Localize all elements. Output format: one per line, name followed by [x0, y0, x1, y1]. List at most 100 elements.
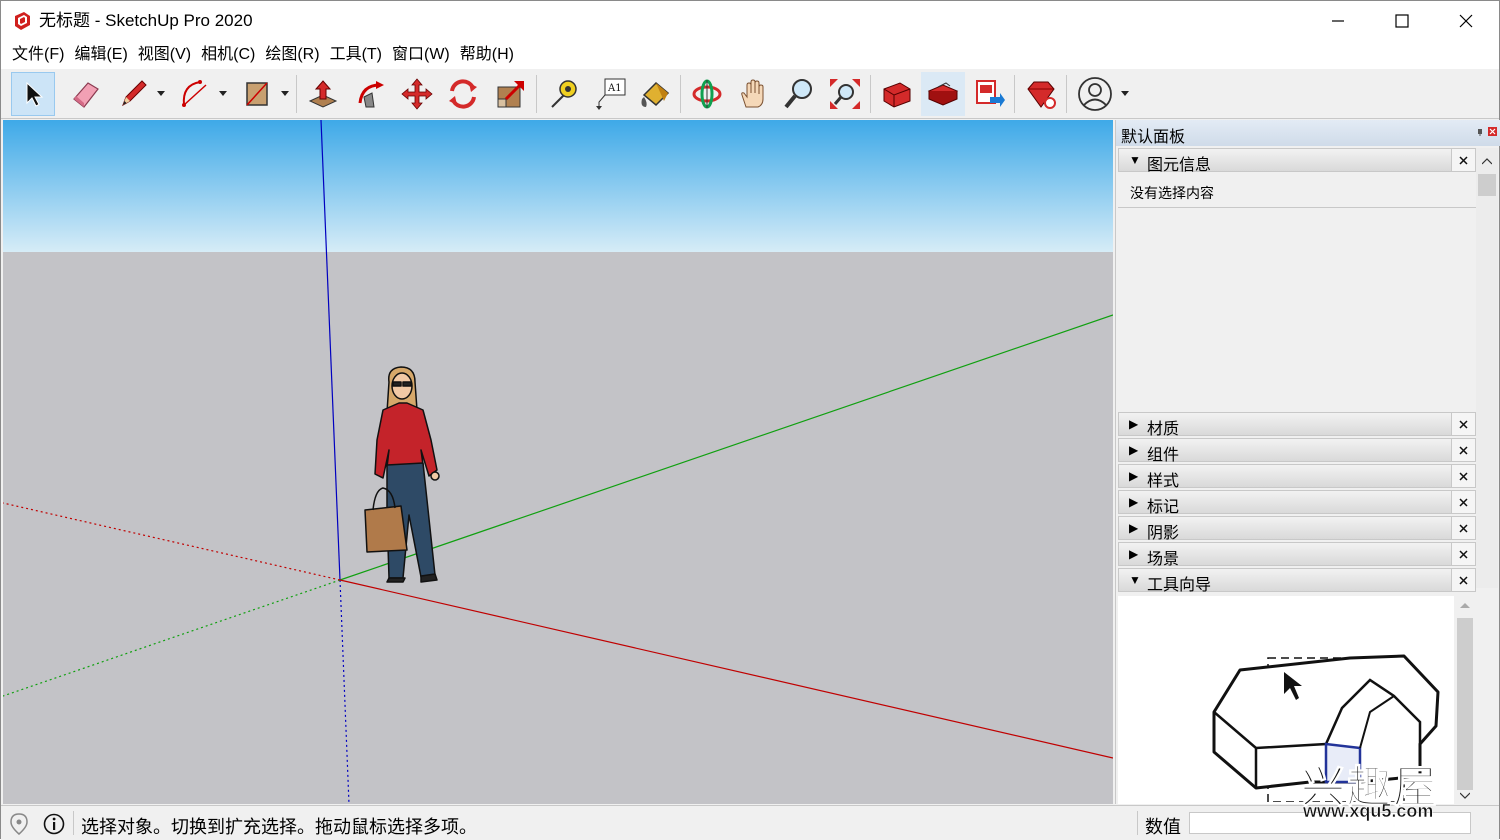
move-tool-button[interactable] [395, 72, 439, 116]
toolbar-separator [296, 75, 297, 113]
push-pull-icon [308, 80, 338, 108]
extension-manager-icon [1027, 81, 1056, 109]
info-icon[interactable] [43, 813, 65, 835]
arc-dropdown-arrow[interactable] [219, 90, 227, 98]
maximize-button[interactable] [1370, 1, 1434, 41]
chevron-down-icon [157, 91, 165, 96]
zoom-extents-tool-button[interactable] [823, 72, 867, 116]
pencil-dropdown-arrow[interactable] [157, 90, 165, 98]
send-to-layout-button[interactable] [967, 72, 1011, 116]
tray-close-button[interactable] [1451, 491, 1475, 513]
maximize-icon [1395, 14, 1409, 28]
account-button[interactable] [1073, 72, 1117, 116]
sketchup-window: 无标题 - SketchUp Pro 2020 文件(F) 编辑(E) 视图(V… [0, 0, 1500, 840]
tray-close-button[interactable] [1451, 465, 1475, 487]
zoom-tool-button[interactable] [777, 72, 821, 116]
menu-help[interactable]: 帮助(H) [455, 41, 519, 69]
close-icon [1459, 471, 1468, 481]
default-tray-panel: 默认面板 ▼ 图元信息 没有选择内容 ▶ 材质 ▶ 组件 ▶ 样式 ▶ 标记 ▶… [1115, 120, 1500, 804]
window-title: 无标题 - SketchUp Pro 2020 [39, 11, 253, 30]
tape-measure-tool-button[interactable] [541, 72, 585, 116]
select-tool-button[interactable] [11, 72, 55, 116]
tray-close-button[interactable] [1451, 439, 1475, 461]
scene-canvas[interactable] [3, 120, 1113, 804]
close-icon [1459, 575, 1468, 585]
close-button[interactable] [1434, 1, 1498, 41]
pan-tool-button[interactable] [731, 72, 775, 116]
collapsed-arrow-icon: ▶ [1129, 521, 1139, 535]
tray-label: 场景 [1147, 551, 1180, 568]
tray-components[interactable]: ▶ 组件 [1118, 438, 1476, 464]
scroll-up-icon[interactable] [1482, 158, 1492, 165]
menu-edit[interactable]: 编辑(E) [69, 41, 132, 69]
entity-info-body: 没有选择内容 [1118, 172, 1476, 208]
tray-close-button[interactable] [1451, 149, 1475, 171]
collapsed-arrow-icon: ▶ [1129, 417, 1139, 431]
menu-view[interactable]: 视图(V) [133, 41, 196, 69]
toolbar-separator [870, 75, 871, 113]
panel-title: 默认面板 [1121, 129, 1186, 146]
modeling-viewport[interactable] [3, 120, 1113, 804]
paint-bucket-tool-button[interactable] [633, 72, 677, 116]
measurements-label: 数值 [1145, 817, 1181, 837]
status-hint-text: 选择对象。切换到扩充选择。拖动鼠标选择多项。 [81, 817, 477, 837]
eraser-tool-button[interactable] [63, 72, 107, 116]
shape-dropdown-arrow[interactable] [281, 90, 289, 98]
sketchup-logo-icon [15, 12, 30, 30]
rectangle-tool-button[interactable] [235, 72, 279, 116]
panel-close-icon[interactable] [1488, 127, 1497, 136]
account-dropdown-arrow[interactable] [1121, 90, 1129, 98]
arc-icon [182, 80, 207, 107]
tray-instructor[interactable]: ▼ 工具向导 [1118, 568, 1476, 594]
toolbar-separator [536, 75, 537, 113]
tray-close-button[interactable] [1451, 543, 1475, 565]
pin-icon[interactable] [1476, 128, 1484, 136]
menu-window[interactable]: 窗口(W) [387, 41, 455, 69]
text-tool-button[interactable]: A1 [589, 72, 633, 116]
menu-draw[interactable]: 绘图(R) [260, 41, 324, 69]
rotate-icon [449, 79, 477, 109]
extension-manager-button[interactable] [1019, 72, 1063, 116]
extension-warehouse-icon [927, 82, 959, 106]
menu-tools[interactable]: 工具(T) [325, 41, 387, 69]
menu-file[interactable]: 文件(F) [7, 41, 69, 69]
geolocation-icon[interactable] [9, 813, 29, 835]
arc-tool-button[interactable] [173, 72, 217, 116]
main-toolbar: A1 [1, 69, 1499, 119]
rotate-tool-button[interactable] [441, 72, 485, 116]
push-pull-tool-button[interactable] [301, 72, 345, 116]
pan-icon [741, 79, 764, 108]
scroll-down-icon[interactable] [1460, 792, 1470, 799]
tray-close-button[interactable] [1451, 569, 1475, 591]
close-icon [1459, 523, 1468, 533]
zoom-icon [784, 79, 812, 109]
tray-materials[interactable]: ▶ 材质 [1118, 412, 1476, 438]
pencil-tool-button[interactable] [111, 72, 155, 116]
toolbar-separator [680, 75, 681, 113]
orbit-tool-button[interactable] [685, 72, 729, 116]
no-selection-text: 没有选择内容 [1130, 186, 1214, 202]
eraser-icon [73, 82, 99, 108]
account-icon [1078, 77, 1112, 111]
follow-me-tool-button[interactable] [349, 72, 393, 116]
sky [3, 120, 1113, 252]
menu-camera[interactable]: 相机(C) [196, 41, 260, 69]
extension-warehouse-button[interactable] [921, 72, 965, 116]
scroll-up-icon[interactable] [1460, 602, 1470, 609]
tray-close-button[interactable] [1451, 413, 1475, 435]
tray-styles[interactable]: ▶ 样式 [1118, 464, 1476, 490]
tray-close-button[interactable] [1451, 517, 1475, 539]
title-bar[interactable]: 无标题 - SketchUp Pro 2020 [1, 1, 1499, 41]
tray-scenes[interactable]: ▶ 场景 [1118, 542, 1476, 568]
3d-warehouse-button[interactable] [875, 72, 919, 116]
tray-entity-info[interactable]: ▼ 图元信息 [1118, 148, 1476, 174]
collapsed-arrow-icon: ▶ [1129, 469, 1139, 483]
scrollbar-thumb[interactable] [1478, 174, 1496, 196]
minimize-button[interactable] [1306, 1, 1370, 41]
scale-tool-button[interactable] [489, 72, 533, 116]
menu-bar: 文件(F) 编辑(E) 视图(V) 相机(C) 绘图(R) 工具(T) 窗口(W… [1, 41, 1499, 69]
tray-tags[interactable]: ▶ 标记 [1118, 490, 1476, 516]
close-icon [1459, 14, 1473, 28]
panel-scrollbar[interactable] [1476, 148, 1498, 588]
tray-shadows[interactable]: ▶ 阴影 [1118, 516, 1476, 542]
